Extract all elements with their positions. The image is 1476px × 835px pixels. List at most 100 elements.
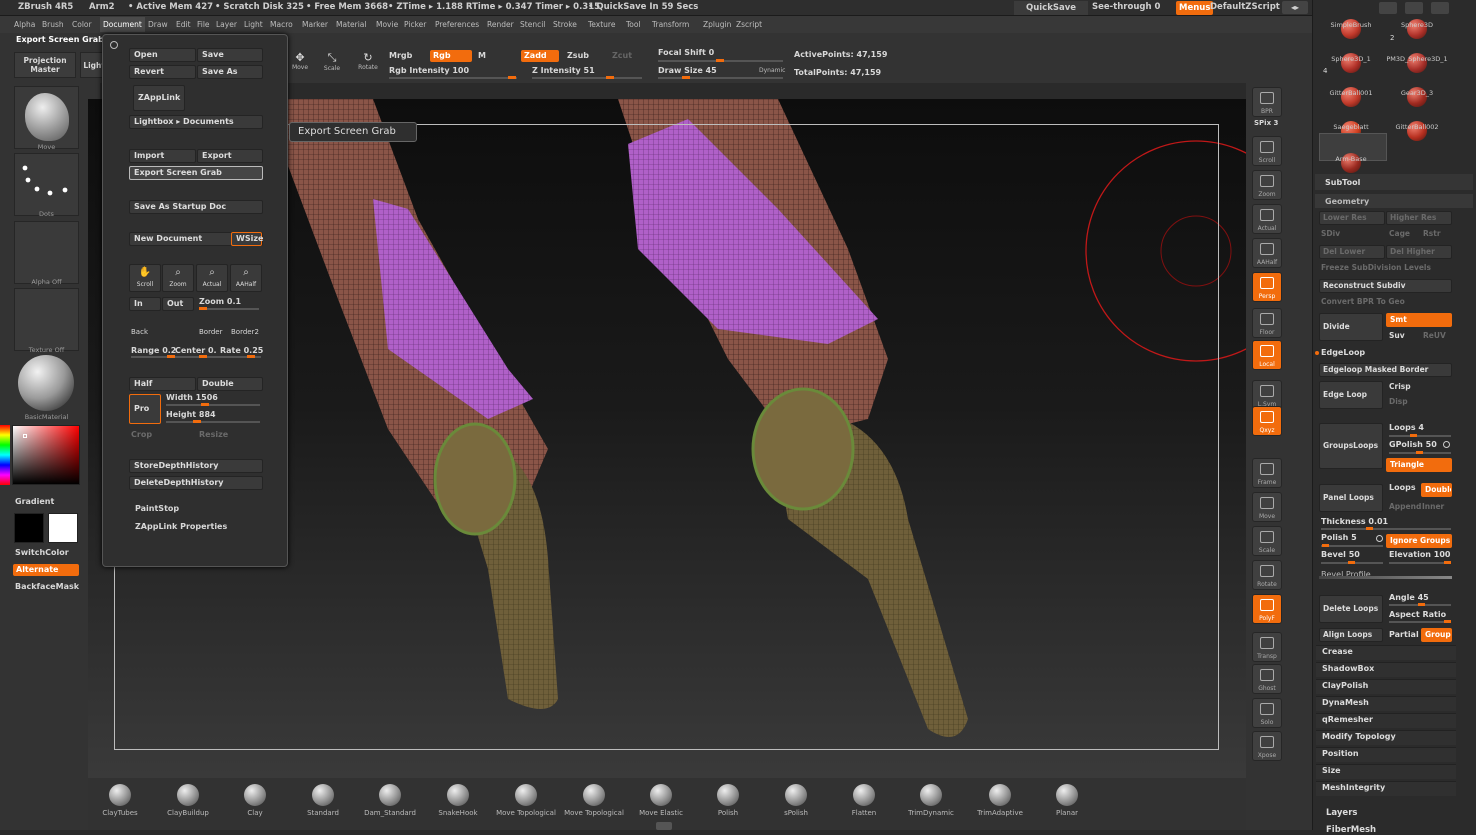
brush-polish[interactable]: Polish [698, 784, 758, 817]
brush-move-elastic[interactable]: Move Elastic [631, 784, 691, 817]
subtool-title[interactable]: SubTool [1325, 178, 1360, 187]
zcut-button[interactable]: Zcut [612, 51, 632, 60]
elevation-slider[interactable]: Elevation 100 [1389, 550, 1451, 559]
spix-slider[interactable]: SPix 3 [1254, 119, 1278, 127]
menu-marker[interactable]: Marker [302, 20, 328, 29]
brush-standard[interactable]: Standard [293, 784, 353, 817]
reuv-button[interactable]: ReUV [1423, 331, 1446, 340]
section-label[interactable]: ClayPolish [1322, 681, 1368, 690]
open-button[interactable]: Open [129, 48, 196, 62]
menu-brush[interactable]: Brush [42, 20, 64, 29]
toolbar-scroll-button[interactable]: Scroll [1252, 136, 1282, 166]
secondary-color-swatch[interactable] [48, 513, 78, 543]
brush-move-topological[interactable]: Move Topological [496, 784, 556, 817]
save-button[interactable]: Save [197, 48, 263, 62]
range-thumb[interactable] [167, 355, 175, 358]
brush-clay[interactable]: Clay [225, 784, 285, 817]
rotate-mode-button[interactable]: ↻ Rotate [355, 51, 381, 77]
rgb-intensity-slider[interactable]: Rgb Intensity 100 [389, 66, 469, 75]
suv-toggle[interactable]: Suv [1389, 331, 1405, 340]
edgeloop-section[interactable]: EdgeLoop [1321, 348, 1365, 357]
alpha-selector[interactable] [14, 221, 79, 284]
save-as-button[interactable]: Save As [197, 65, 263, 79]
tool-thumb-label[interactable]: Arm-Base [1315, 155, 1387, 163]
toolbar-persp-button[interactable]: Persp [1252, 272, 1282, 302]
resize-button[interactable]: Resize [199, 430, 228, 439]
range-slider[interactable]: Range 0.2 [131, 346, 176, 355]
brush-planar[interactable]: Planar [1037, 784, 1097, 817]
width-slider[interactable]: Width 1506 [166, 393, 218, 402]
brush-trimdynamic[interactable]: TrimDynamic [901, 784, 961, 817]
tool-thumb-label[interactable]: GitterBall002 [1381, 123, 1453, 131]
del-lower-button[interactable]: Del Lower [1319, 245, 1385, 259]
toolbar-solo-button[interactable]: Solo [1252, 698, 1282, 728]
elevation-slider-thumb[interactable] [1444, 561, 1451, 564]
minimize-window-icon[interactable] [1379, 2, 1397, 14]
mrgb-button[interactable]: Mrgb [389, 51, 412, 60]
menu-stencil[interactable]: Stencil [520, 20, 545, 29]
smt-toggle[interactable]: Smt [1386, 313, 1452, 327]
menu-document[interactable]: Document [100, 17, 145, 32]
rate-slider[interactable]: Rate 0.25 [220, 346, 263, 355]
toolbar-xpose-button[interactable]: Xpose [1252, 731, 1282, 761]
tool-thumb-label[interactable]: Sphere3D [1381, 21, 1453, 29]
see-through-slider[interactable]: See-through 0 [1092, 2, 1160, 12]
tool-thumb-label[interactable]: SimpleBrush [1315, 21, 1387, 29]
scale-mode-button[interactable]: ⤡ Scale [321, 51, 343, 77]
menu-alpha[interactable]: Alpha [14, 20, 35, 29]
menu-color[interactable]: Color [72, 20, 92, 29]
toolbar-bpr-button[interactable]: BPR [1252, 87, 1282, 117]
toolbar-floor-button[interactable]: Floor [1252, 308, 1282, 338]
save-startup-doc-button[interactable]: Save As Startup Doc [129, 200, 263, 214]
toolbar-aahalf-button[interactable]: AAHalf [1252, 238, 1282, 268]
center-thumb[interactable] [199, 355, 207, 358]
section-label[interactable]: qRemesher [1322, 715, 1373, 724]
partial-toggle[interactable]: Partial [1389, 630, 1419, 639]
draw-size-slider[interactable]: Draw Size 45 [658, 66, 717, 75]
menu-zplugin[interactable]: Zplugin [703, 20, 731, 29]
scroll-button[interactable]: ✋ Scroll [129, 264, 161, 292]
brush-claytubes[interactable]: ClayTubes [90, 784, 150, 817]
close-window-icon[interactable] [1431, 2, 1449, 14]
toolbar-zoom-button[interactable]: Zoom [1252, 170, 1282, 200]
layout-arrows-icon[interactable]: ◂▸ [1282, 1, 1308, 14]
wsize-button[interactable]: WSize [231, 232, 263, 246]
zapplink-properties-button[interactable]: ZAppLink Properties [135, 522, 227, 531]
tool-thumb-label[interactable]: PM3D_Sphere3D_1 [1381, 55, 1453, 63]
thickness-slider-thumb[interactable] [1366, 527, 1373, 530]
tool-thumb-label[interactable]: Saegeblatt [1315, 123, 1387, 131]
import-button[interactable]: Import [129, 149, 196, 163]
zoom-thumb[interactable] [199, 307, 207, 310]
freeze-subdivision-button[interactable]: Freeze SubDivision Levels [1321, 263, 1431, 272]
toolbar-xyz-button[interactable]: Qxyz [1252, 406, 1282, 436]
texture-selector[interactable] [14, 288, 79, 351]
section-label[interactable]: Position [1322, 749, 1359, 758]
aspect-ratio-slider[interactable]: Aspect Ratio [1389, 610, 1446, 619]
height-thumb[interactable] [193, 420, 201, 423]
sdiv-slider[interactable]: SDiv [1321, 229, 1340, 238]
menu-layer[interactable]: Layer [216, 20, 237, 29]
color-picker-cursor[interactable] [23, 434, 27, 438]
toolbar-scale-button[interactable]: Scale [1252, 526, 1282, 556]
edge-loop-button[interactable]: Edge Loop [1319, 381, 1383, 409]
section-label[interactable]: ShadowBox [1322, 664, 1374, 673]
zoom-in-button[interactable]: In [129, 297, 161, 311]
ignore-groups-toggle[interactable]: Ignore Groups [1386, 534, 1452, 548]
color-picker[interactable] [12, 425, 80, 485]
menu-edit[interactable]: Edit [176, 20, 191, 29]
aspect-ratio-slider-thumb[interactable] [1444, 620, 1451, 623]
brush-trimadaptive[interactable]: TrimAdaptive [970, 784, 1030, 817]
toolbar-ghost-button[interactable]: Ghost [1252, 664, 1282, 694]
brush-spolish[interactable]: sPolish [766, 784, 826, 817]
angle-slider-thumb[interactable] [1418, 603, 1425, 606]
crisp-toggle[interactable]: Crisp [1389, 382, 1411, 391]
center-slider[interactable]: Center 0. [175, 346, 217, 355]
menu-file[interactable]: File [197, 20, 210, 29]
menu-material[interactable]: Material [336, 20, 366, 29]
gpolish-toggle-icon[interactable] [1443, 441, 1450, 448]
panel-loops-slider[interactable]: Loops [1389, 483, 1416, 492]
zadd-button[interactable]: Zadd [521, 50, 559, 62]
actual-button[interactable]: ⌕ Actual [196, 264, 228, 292]
rgb-button[interactable]: Rgb [430, 50, 472, 62]
focal-shift-slider[interactable]: Focal Shift 0 [658, 48, 714, 57]
